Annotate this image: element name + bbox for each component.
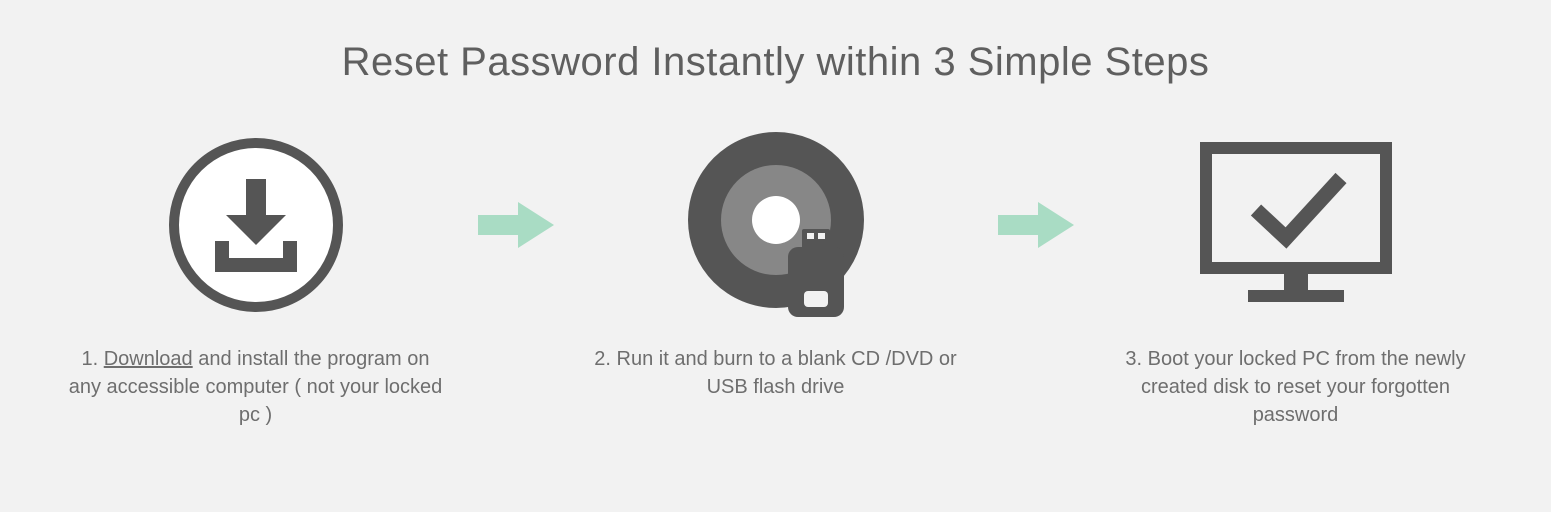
monitor-check-icon — [1096, 125, 1496, 325]
disc-usb-icon — [576, 125, 976, 325]
download-icon — [56, 125, 456, 325]
step-2: 2. Run it and burn to a blank CD /DVD or… — [576, 125, 976, 401]
steps-container: Reset Password Instantly within 3 Simple… — [0, 0, 1551, 429]
arrow-icon — [976, 125, 1096, 325]
step-2-text: Run it and burn to a blank CD /DVD or US… — [611, 348, 957, 398]
step-1-num: 1. — [81, 348, 98, 370]
step-3-text: Boot your locked PC from the newly creat… — [1141, 348, 1466, 426]
step-1: 1. Download and install the program on a… — [56, 125, 456, 429]
step-3: 3. Boot your locked PC from the newly cr… — [1096, 125, 1496, 429]
step-2-caption: 2. Run it and burn to a blank CD /DVD or… — [576, 325, 976, 401]
steps-row: 1. Download and install the program on a… — [20, 125, 1531, 429]
arrow-icon — [456, 125, 576, 325]
step-1-caption: 1. Download and install the program on a… — [56, 325, 456, 429]
page-title: Reset Password Instantly within 3 Simple… — [20, 40, 1531, 85]
step-2-num: 2. — [594, 348, 611, 370]
step-3-caption: 3. Boot your locked PC from the newly cr… — [1096, 325, 1496, 429]
step-3-num: 3. — [1125, 348, 1142, 370]
download-link[interactable]: Download — [104, 348, 193, 370]
